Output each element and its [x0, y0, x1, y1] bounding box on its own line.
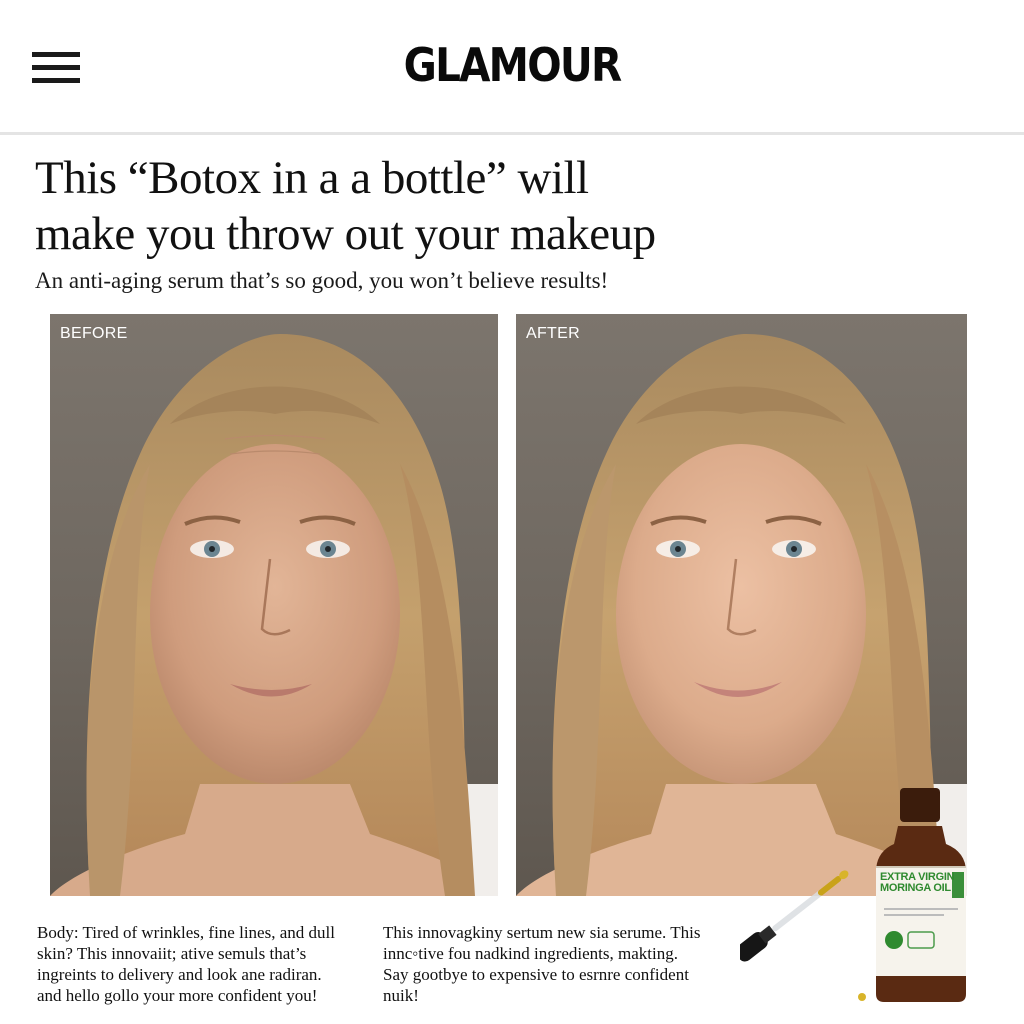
before-photo: BEFORE: [50, 314, 498, 896]
body-left-line: and hello gollo your more confident you!: [37, 986, 318, 1005]
article-subheadline: An anti-aging serum that’s so good, you …: [35, 268, 609, 293]
article-body-right: This innovagkiny sertum new sia serume. …: [383, 922, 733, 1006]
body-right-line: This innovagkiny sertum new sia serume. …: [383, 923, 701, 942]
before-label: BEFORE: [60, 325, 128, 342]
serum-product-image: EXTRA VIRGIN MORINGA OIL: [735, 786, 970, 1008]
after-label: AFTER: [526, 325, 580, 342]
body-left-line: skin? This innovaiit; ative semuls that’…: [37, 944, 307, 963]
before-portrait-image: [50, 334, 498, 896]
headline-line-1: This “Botox in a a bottle” will: [35, 152, 589, 204]
site-header: GLAMOUR: [0, 0, 1024, 135]
product-label-text: EXTRA VIRGIN MORINGA OIL: [880, 872, 964, 894]
body-left-line: Body: Tired of wrinkles, fine lines, and…: [37, 923, 335, 942]
body-right-line: nuik!: [383, 986, 419, 1005]
body-left-line: ingreints to delivery and look ane radir…: [37, 965, 322, 984]
headline-line-2: make you throw out your makeup: [35, 208, 656, 260]
site-logo[interactable]: GLAMOUR: [61, 38, 962, 92]
article-body-left: Body: Tired of wrinkles, fine lines, and…: [37, 922, 377, 1006]
body-right-line: innc◦tive fou nadkind ingredients, makti…: [383, 944, 678, 963]
serum-bottle-icon: [735, 788, 966, 1002]
article-headline: This “Botox in a a bottle” will make you…: [35, 150, 995, 262]
product-label-line: MORINGA OIL: [880, 882, 951, 894]
body-right-line: Say gootbye to expensive to esrnre confi…: [383, 965, 689, 984]
